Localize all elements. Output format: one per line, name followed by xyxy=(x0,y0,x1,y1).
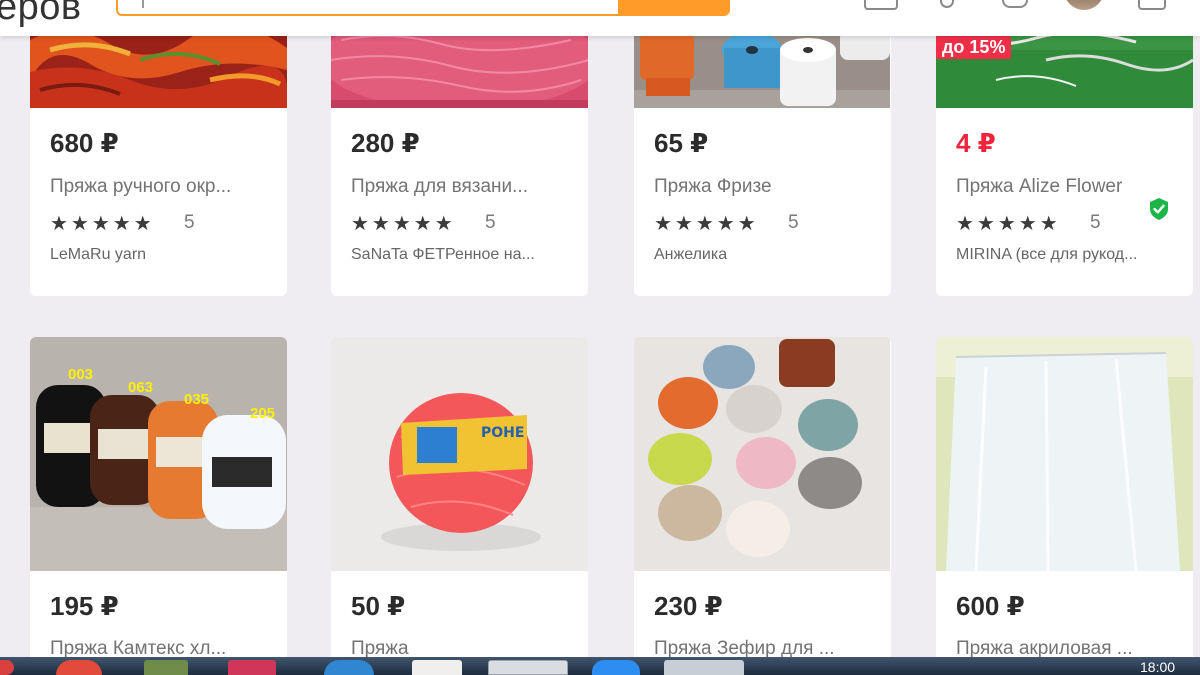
product-image[interactable]: РОНЕ xyxy=(331,337,588,571)
product-price: 280 ₽ xyxy=(351,128,420,158)
start-button[interactable] xyxy=(0,660,14,675)
chrome-icon[interactable] xyxy=(56,660,102,675)
search-bar[interactable] xyxy=(116,0,730,16)
product-price: 65 ₽ xyxy=(654,128,709,158)
zoom-icon[interactable] xyxy=(592,660,640,675)
product-price: 680 ₽ xyxy=(50,128,119,158)
shop-name[interactable]: LeMaRu yarn xyxy=(50,246,270,264)
product-image[interactable] xyxy=(936,337,1193,571)
paint-icon[interactable] xyxy=(664,660,744,675)
yandex-icon[interactable] xyxy=(412,660,462,675)
app-window-icon[interactable] xyxy=(488,660,568,675)
rating-stars: ★★★★★ xyxy=(50,213,155,235)
app-icon[interactable] xyxy=(144,660,188,675)
discount-badge: до 15% xyxy=(936,36,1012,59)
product-price: 230 ₽ xyxy=(654,591,723,621)
system-clock[interactable]: 18:00 xyxy=(1140,659,1175,675)
cart-icon[interactable] xyxy=(1138,0,1166,10)
notifications-bell-icon[interactable] xyxy=(1002,0,1028,8)
product-card-6[interactable]: 230 ₽ Пряжа Зефир для ... xyxy=(634,337,891,667)
product-card-7[interactable]: 600 ₽ Пряжа акриловая ... xyxy=(936,337,1193,667)
user-avatar[interactable] xyxy=(1064,0,1104,10)
rating-stars: ★★★★★ xyxy=(654,213,759,235)
rating-value: 5 xyxy=(788,212,799,233)
product-price: 195 ₽ xyxy=(50,591,119,621)
rating-value: 5 xyxy=(1090,212,1101,233)
product-card-2[interactable]: 65 ₽ Пряжа Фризе ★★★★★ 5 Анжелика xyxy=(634,20,891,296)
site-header: еров xyxy=(0,0,1200,36)
site-logo[interactable]: еров xyxy=(0,0,82,29)
product-image[interactable] xyxy=(634,337,891,571)
product-card-0[interactable]: 680 ₽ Пряжа ручного окр... ★★★★★ 5 LeMaR… xyxy=(30,20,287,296)
search-button[interactable] xyxy=(618,0,728,14)
yarn-label-003: 003 xyxy=(68,366,94,383)
kaspersky-icon[interactable] xyxy=(228,660,276,675)
product-card-1[interactable]: 280 ₽ Пряжа для вязани... ★★★★★ 5 SaNaTa… xyxy=(331,20,588,296)
product-price: 4 ₽ xyxy=(956,128,996,158)
verified-shield-icon xyxy=(1148,197,1170,221)
product-price: 600 ₽ xyxy=(956,591,1025,621)
product-card-4[interactable]: 003 063 035 205 195 ₽ Пряжа Камтекс хл..… xyxy=(30,337,287,667)
location-pin-icon[interactable] xyxy=(940,0,954,8)
product-image[interactable]: 003 063 035 205 xyxy=(30,337,287,571)
browser-icon[interactable] xyxy=(324,660,374,675)
orders-icon[interactable] xyxy=(864,0,898,10)
yarn-label-205: 205 xyxy=(250,405,276,422)
shop-name[interactable]: MIRINA (все для рукод... xyxy=(956,246,1176,264)
product-card-3[interactable]: до 15% 4 ₽ Пряжа Alize Flower ★★★★★ 5 MI… xyxy=(936,20,1193,296)
yarn-label-063: 063 xyxy=(128,379,154,396)
product-title[interactable]: Пряжа для вязани... xyxy=(351,176,576,198)
svg-text:РОНЕ: РОНЕ xyxy=(481,425,524,441)
yarn-label-035: 035 xyxy=(184,391,210,408)
shop-name[interactable]: SaNaTa ФЕТРенное на... xyxy=(351,246,571,264)
rating-value: 5 xyxy=(485,212,496,233)
rating-value: 5 xyxy=(184,212,195,233)
product-title[interactable]: Пряжа Alize Flower xyxy=(956,176,1181,198)
product-title[interactable]: Пряжа ручного окр... xyxy=(50,176,275,198)
shop-name[interactable]: Анжелика xyxy=(654,246,874,264)
search-caret xyxy=(142,0,144,8)
rating-stars: ★★★★★ xyxy=(351,213,456,235)
product-card-5[interactable]: РОНЕ 50 ₽ Пряжа xyxy=(331,337,588,667)
rating-stars: ★★★★★ xyxy=(956,213,1061,235)
product-title[interactable]: Пряжа Фризе xyxy=(654,176,879,198)
os-taskbar: 18:00 xyxy=(0,657,1200,675)
product-price: 50 ₽ xyxy=(351,591,406,621)
